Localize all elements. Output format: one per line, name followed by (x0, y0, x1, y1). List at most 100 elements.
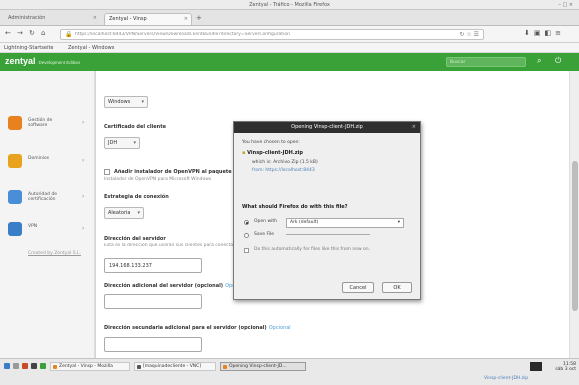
dialog-intro: You have chosen to open: (242, 140, 300, 145)
add-openvpn-checkbox[interactable] (104, 169, 110, 175)
vpn-icon (8, 222, 22, 236)
additional-address-text: Dirección adicional del servidor (opcion… (104, 283, 224, 289)
secondary-address-input[interactable] (104, 337, 202, 352)
strategy-select[interactable]: Aleatoria ▾ (104, 207, 144, 219)
zentyal-logo[interactable]: zentyal Development Edition (5, 56, 80, 66)
clock-date: sáb 3 oct (555, 367, 576, 372)
select-value: Ark (default) (290, 220, 319, 225)
sidebar: Gestión de software › Dominios › Autorid… (0, 71, 95, 358)
app-header: zentyal Development Edition Buscar ⌕ ⏻ (0, 53, 579, 71)
page-scrollbar[interactable] (569, 71, 579, 358)
url-bar[interactable]: 🔒 https://localhost:8443/VPN/Servers/Vie… (60, 29, 484, 40)
window-titlebar: Zentyal - Tráfico - Mozilla Firefox – □ … (0, 0, 579, 10)
taskbar-item-firefox[interactable]: Zentyal - Vinsp - Mozilla (50, 362, 130, 371)
secondary-address-text: Dirección secundaria adicional para el s… (104, 325, 267, 331)
logo-subtitle: Development Edition (38, 60, 81, 65)
tab-administracion[interactable]: Administración × (4, 13, 100, 25)
sidebar-item-label: Gestión de software (28, 118, 53, 128)
ok-button[interactable]: OK (382, 282, 412, 293)
domain-icon (8, 154, 22, 168)
scrollbar-thumb[interactable] (572, 161, 578, 311)
dialog-title: Opening Vinsp-client-JDH.zip (291, 124, 363, 130)
firefox-icon (53, 365, 57, 369)
bookmark-item[interactable]: Zentyal - Windows (68, 45, 114, 51)
chevron-right-icon: › (82, 193, 85, 200)
chevron-down-icon: ▾ (133, 140, 136, 146)
back-icon[interactable]: ← (5, 29, 11, 37)
url-text: https://localhost:8443/VPN/Servers/View/… (75, 32, 290, 37)
close-icon[interactable]: × (93, 15, 97, 21)
close-icon[interactable]: × (184, 16, 188, 22)
dialog-source: from: https://localhost:8443 (252, 168, 315, 173)
home-icon[interactable]: ⌂ (41, 29, 45, 37)
open-with-select[interactable]: Ark (default) ▾ (286, 218, 404, 228)
logout-icon[interactable]: ⏻ (555, 56, 561, 66)
dialog-filetype: which is: Archivo Zip (1.5 kB) (252, 160, 318, 165)
sidebar-footer-link[interactable]: Created by Zentyal S.L. (28, 251, 81, 256)
zip-file-icon: ▪ (242, 150, 246, 156)
optional-tag: Opcional (268, 325, 291, 331)
save-file-label: Save File (254, 232, 275, 237)
url-actions[interactable]: ↻ ☆ ☰ (459, 31, 479, 38)
chevron-right-icon: › (82, 157, 85, 164)
server-address-label: Dirección del servidor (104, 236, 166, 242)
chevron-right-icon: › (82, 119, 85, 126)
bookmarks-bar: Lightning-Startseite Zentyal - Windows (0, 43, 579, 53)
search-icon[interactable]: ⌕ (537, 56, 541, 66)
strategy-label: Estrategia de conexión (104, 194, 169, 200)
browser-icon[interactable] (22, 363, 28, 369)
platform-select[interactable]: Windows ▾ (104, 96, 148, 108)
secondary-address-label: Dirección secundaria adicional para el s… (104, 325, 291, 331)
server-address-input[interactable]: 194.168.133.237 (104, 258, 202, 273)
taskbar-item-label: Zentyal - Vinsp - Mozilla (59, 364, 113, 369)
new-tab-icon[interactable]: + (196, 14, 202, 22)
sidebar-item-vpn[interactable]: VPN › (0, 215, 95, 245)
cancel-button[interactable]: Cancel (342, 282, 374, 293)
system-tray-icon[interactable] (530, 362, 542, 371)
taskbar-item-vnc[interactable]: [maquinadecliente - VNC] (134, 362, 216, 371)
download-dialog: Opening Vinsp-client-JDH.zip × You have … (233, 121, 421, 300)
select-value: Aleatoria (108, 210, 131, 216)
forward-icon[interactable]: → (17, 29, 23, 37)
search-input[interactable]: Buscar (446, 57, 526, 67)
app-icon[interactable] (40, 363, 46, 369)
sidebar-item-dominios[interactable]: Dominios › (0, 147, 95, 177)
start-menu-icon[interactable] (4, 363, 10, 369)
status-download[interactable]: Vinsp-client-JDH.zip (484, 376, 528, 381)
auto-checkbox[interactable] (244, 248, 249, 253)
close-icon[interactable]: × (412, 124, 416, 130)
chevron-down-icon: ▾ (137, 210, 140, 216)
sidebar-item-label: VPN (28, 224, 38, 229)
vnc-icon (137, 365, 141, 369)
open-with-radio[interactable] (244, 220, 249, 225)
sidebar-item-software[interactable]: Gestión de software › (0, 109, 95, 139)
toolbar-icons[interactable]: ⬇▣◧≡ (524, 29, 565, 37)
sidebar-item-label: Autoridad de certificación (28, 192, 58, 202)
add-openvpn-hint: Instalador de OpenVPN para Microsoft Win… (104, 177, 212, 182)
save-file-radio[interactable] (244, 233, 249, 238)
sidebar-item-certificados[interactable]: Autoridad de certificación › (0, 183, 95, 213)
taskbar: Zentyal - Vinsp - Mozilla [maquinadeclie… (0, 358, 579, 385)
logo-text: zentyal (5, 56, 36, 66)
taskbar-item-label: Opening Vinsp-client-JD... (229, 364, 287, 369)
taskbar-item-dialog[interactable]: Opening Vinsp-client-JD... (220, 362, 306, 371)
tab-zentyal-vinsp[interactable]: Zentyal - Vinsp × (104, 13, 192, 25)
additional-address-input[interactable] (104, 294, 202, 309)
chevron-down-icon: ▾ (397, 220, 400, 225)
reload-icon[interactable]: ↻ (29, 29, 35, 37)
select-value: JDH (108, 140, 118, 146)
auto-label: Do this automatically for files like thi… (254, 247, 371, 252)
window-controls[interactable]: – □ × (558, 2, 573, 8)
select-value: Windows (108, 99, 131, 105)
tab-label: Administración (8, 15, 46, 21)
dialog-question: What should Firefox do with this file? (242, 204, 348, 210)
add-openvpn-label: Añadir instalador de OpenVPN al paquete (114, 169, 232, 175)
dialog-filename: ▪ Vinsp-client-JDH.zip (242, 150, 303, 156)
clock[interactable]: 11:58 sáb 3 oct (546, 362, 576, 372)
file-manager-icon[interactable] (13, 363, 19, 369)
terminal-icon[interactable] (31, 363, 37, 369)
package-icon (8, 116, 22, 130)
sidebar-item-label: Dominios (28, 156, 50, 161)
bookmark-item[interactable]: Lightning-Startseite (4, 45, 54, 51)
cert-select[interactable]: JDH ▾ (104, 137, 140, 149)
